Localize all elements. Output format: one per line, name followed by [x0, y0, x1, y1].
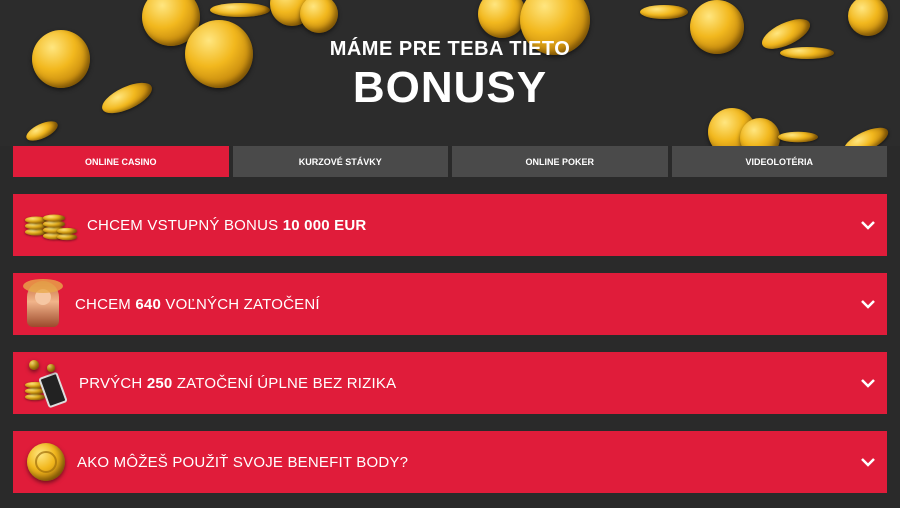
- tab-videoloteria[interactable]: VIDEOLOTÉRIA: [671, 146, 887, 177]
- tab-kurzove-stavky[interactable]: KURZOVÉ STÁVKY: [232, 146, 448, 177]
- page-title: BONUSY: [352, 63, 548, 112]
- accordion-label: AKO MÔŽEŠ POUŽIŤ SVOJE BENEFIT BODY?: [77, 453, 409, 471]
- coin-decoration: [210, 3, 270, 17]
- accordion-item-risk-free-spins[interactable]: PRVÝCH 250 ZATOČENÍ ÚPLNE BEZ RIZIKA: [13, 352, 887, 414]
- gold-coin-icon: [21, 437, 67, 487]
- phone-coins-icon: [21, 358, 69, 409]
- coin-decoration: [778, 131, 818, 143]
- chevron-down-icon[interactable]: [859, 453, 877, 471]
- accordion-item-entry-bonus[interactable]: CHCEM VSTUPNÝ BONUS 10 000 EUR: [13, 194, 887, 256]
- hero-heading: MÁME PRE TEBA TIETO BONUSY: [0, 38, 900, 113]
- coin-decoration: [23, 117, 61, 145]
- coin-decoration: [740, 118, 780, 146]
- coin-decoration: [640, 5, 688, 19]
- accordion-label: CHCEM 640 VOĽNÝCH ZATOČENÍ: [75, 295, 320, 313]
- accordion-item-free-spins[interactable]: CHCEM 640 VOĽNÝCH ZATOČENÍ: [13, 273, 887, 335]
- accordion-item-benefit-points[interactable]: AKO MÔŽEŠ POUŽIŤ SVOJE BENEFIT BODY?: [13, 431, 887, 493]
- chevron-down-icon[interactable]: [859, 374, 877, 392]
- bonus-tabs: ONLINE CASINO KURZOVÉ STÁVKY ONLINE POKE…: [13, 146, 887, 177]
- accordion-label: CHCEM VSTUPNÝ BONUS 10 000 EUR: [87, 216, 367, 234]
- chevron-down-icon[interactable]: [859, 295, 877, 313]
- hero-banner: MÁME PRE TEBA TIETO BONUSY: [0, 0, 900, 146]
- coin-decoration: [300, 0, 338, 33]
- coin-decoration: [848, 0, 888, 36]
- tab-online-casino[interactable]: ONLINE CASINO: [13, 146, 229, 177]
- coin-decoration: [478, 0, 526, 38]
- slot-character-icon: [21, 279, 65, 329]
- hero-subtitle: MÁME PRE TEBA TIETO: [329, 38, 571, 60]
- tab-online-poker[interactable]: ONLINE POKER: [452, 146, 668, 177]
- accordion-label: PRVÝCH 250 ZATOČENÍ ÚPLNE BEZ RIZIKA: [79, 374, 397, 392]
- coin-decoration: [840, 122, 892, 146]
- chevron-down-icon[interactable]: [859, 216, 877, 234]
- coin-stack-icon: [21, 200, 77, 250]
